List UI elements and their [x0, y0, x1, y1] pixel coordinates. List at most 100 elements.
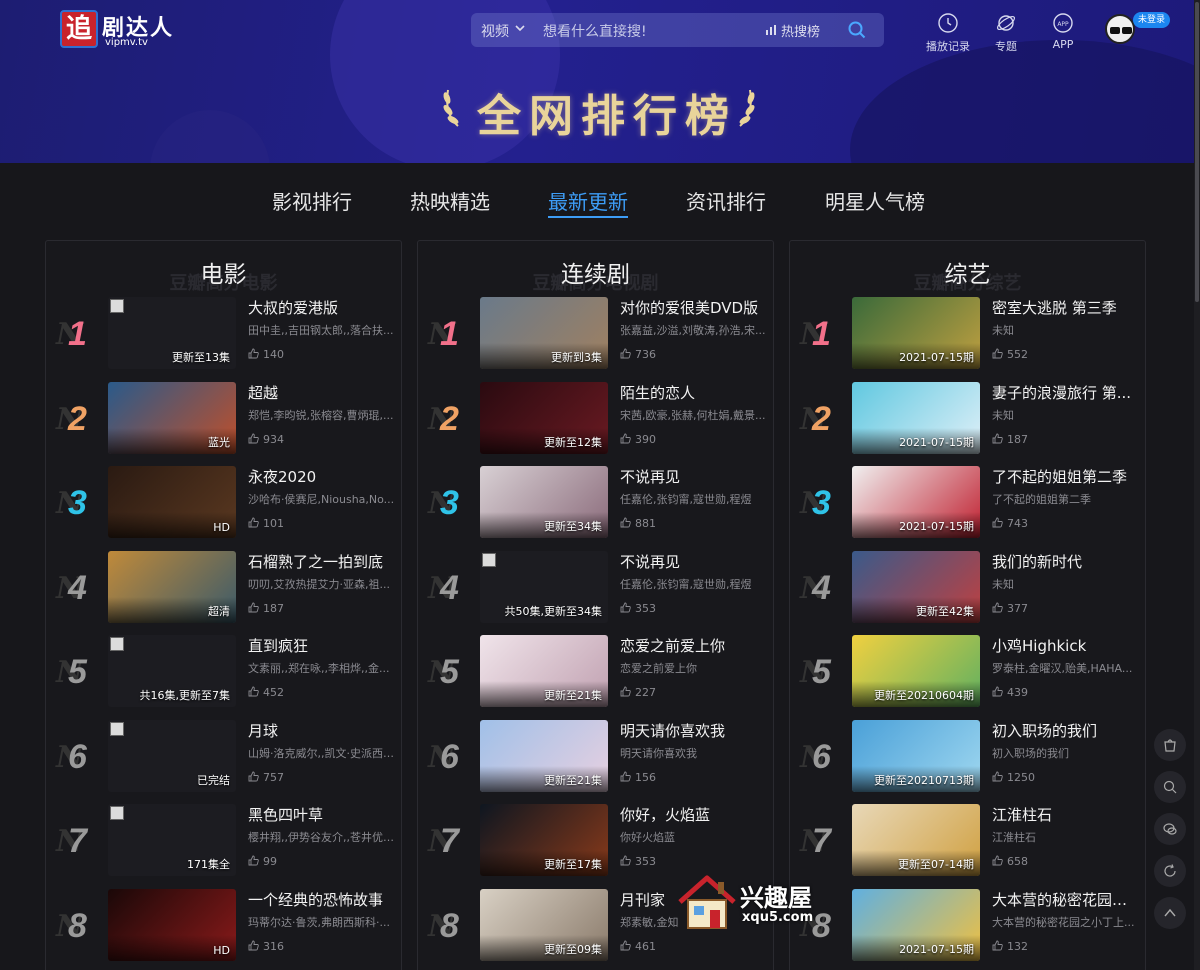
poster-thumbnail[interactable]: 更新至21集	[480, 635, 608, 707]
nav-app-label: APP	[1052, 38, 1074, 51]
ranking-item[interactable]: N 3 HD 永夜2020 沙哈布·侯赛尼,Niousha,No... 101	[56, 466, 396, 540]
ranking-item[interactable]: N 5 更新至20210604期 小鸡Highkick 罗泰柱,金曜汉,贻美,HAHA.…	[800, 635, 1140, 709]
hot-search-link[interactable]: 热搜榜	[781, 21, 820, 40]
ranking-item[interactable]: N 1 更新到3集 对你的爱很美DVD版 张嘉益,沙溢,刘敬涛,孙浩,宋... 736	[428, 297, 768, 371]
tab-hot-picks[interactable]: 热映精选	[410, 186, 490, 215]
search-category-select[interactable]: 视频	[481, 21, 509, 41]
site-logo[interactable]: 追 剧达人 vipmv.tv	[60, 10, 180, 50]
item-title[interactable]: 黑色四叶草	[248, 804, 396, 826]
thumbs-up-icon	[992, 771, 1003, 781]
ranking-item[interactable]: N 3 2021-07-15期 了不起的姐姐第二季 了不起的姐姐第二季 743	[800, 466, 1140, 540]
item-title[interactable]: 我们的新时代	[992, 551, 1140, 573]
poster-thumbnail[interactable]: 超清	[108, 550, 236, 623]
item-title[interactable]: 对你的爱很美DVD版	[620, 297, 768, 319]
side-shop-button[interactable]	[1154, 729, 1186, 761]
avatar[interactable]	[1105, 14, 1135, 44]
poster-thumbnail[interactable]: HD	[108, 888, 236, 961]
side-wechat-button[interactable]	[1154, 813, 1186, 845]
ranking-item[interactable]: N 2 2021-07-15期 妻子的浪漫旅行 第... 未知 187	[800, 381, 1140, 456]
item-title[interactable]: 不说再见	[620, 466, 768, 488]
item-title[interactable]: 大叔的爱港版	[248, 297, 396, 319]
item-cast: 你好火焰蓝	[620, 831, 675, 844]
item-title[interactable]: 初入职场的我们	[992, 720, 1140, 742]
nav-app[interactable]: APP APP	[1033, 12, 1093, 52]
refresh-icon	[1164, 864, 1176, 877]
ranking-item[interactable]: N 7 171集全 黑色四叶草 樱井翔,,伊势谷友介,,苍井优,... 99	[56, 804, 396, 878]
item-title[interactable]: 大本营的秘密花园之...	[992, 889, 1140, 911]
poster-thumbnail[interactable]: HD	[108, 466, 236, 538]
ranking-item[interactable]: N 2 蓝光 超越 郑恺,李昀锐,张榕容,曹炳琨,... 934	[56, 381, 396, 456]
item-title[interactable]: 一个经典的恐怖故事	[248, 889, 396, 911]
item-title[interactable]: 永夜2020	[248, 466, 396, 488]
side-refresh-button[interactable]	[1154, 855, 1186, 887]
ranking-item[interactable]: N 1 更新至13集 大叔的爱港版 田中圭,,吉田钢太郎,,落合扶... 140	[56, 297, 396, 371]
shop-icon	[1164, 739, 1176, 752]
poster-thumbnail[interactable]: 更新至20210604期	[852, 635, 980, 707]
ranking-item[interactable]: N 4 更新至42集 我们的新时代 未知 377	[800, 550, 1140, 625]
poster-thumbnail[interactable]: 更新至34集	[480, 466, 608, 538]
item-title[interactable]: 江淮柱石	[992, 804, 1140, 826]
poster-thumbnail[interactable]: 更新至09集	[480, 888, 608, 961]
ranking-item[interactable]: N 7 更新至17集 你好，火焰蓝 你好火焰蓝 353	[428, 804, 768, 878]
item-title[interactable]: 陌生的恋人	[620, 382, 768, 404]
ranking-item[interactable]: N 3 更新至34集 不说再见 任嘉伦,张钧甯,寇世勋,程煜 881	[428, 466, 768, 540]
ranking-item[interactable]: N 2 更新至12集 陌生的恋人 宋茜,欧豪,张赫,何杜娟,戴景... 390	[428, 381, 768, 456]
poster-thumbnail[interactable]: 2021-07-15期	[852, 381, 980, 454]
ranking-item[interactable]: N 1 2021-07-15期 密室大逃脱 第三季 未知 552	[800, 297, 1140, 371]
search-icon[interactable]	[848, 21, 866, 39]
ranking-item[interactable]: N 4 共50集,更新至34集 不说再见 任嘉伦,张钧甯,寇世勋,程煜 353	[428, 550, 768, 625]
ranking-item[interactable]: N 4 超清 石榴熟了之一拍到底 叨叨,艾孜热提艾力·亚森,祖... 187	[56, 550, 396, 625]
ranking-item[interactable]: N 7 更新至07-14期 江淮柱石 江淮柱石 658	[800, 804, 1140, 878]
ranking-item[interactable]: N 6 已完结 月球 山姆·洛克威尔,,凯文·史派西,... 757	[56, 719, 396, 794]
item-title[interactable]: 超越	[248, 382, 396, 404]
tab-star-popularity[interactable]: 明星人气榜	[825, 186, 925, 215]
item-title[interactable]: 小鸡Highkick	[992, 635, 1140, 657]
item-title[interactable]: 密室大逃脱 第三季	[992, 297, 1140, 319]
tab-latest-updates[interactable]: 最新更新	[548, 186, 628, 215]
ranking-item[interactable]: N 6 更新至20210713期 初入职场的我们 初入职场的我们 1250	[800, 719, 1140, 794]
svg-text:APP: APP	[1057, 21, 1069, 28]
search-input[interactable]: 想看什么直接搜!	[543, 21, 647, 41]
tab-film-ranking[interactable]: 影视排行	[272, 186, 352, 215]
poster-thumbnail[interactable]: 2021-07-15期	[852, 466, 980, 538]
ranking-item[interactable]: N 6 更新至21集 明天请你喜欢我 明天请你喜欢我 156	[428, 719, 768, 794]
tab-news-ranking[interactable]: 资讯排行	[686, 186, 766, 215]
ranking-item[interactable]: N 5 更新至21集 恋爱之前爱上你 恋爱之前爱上你 227	[428, 635, 768, 709]
poster-thumbnail[interactable]: 共50集,更新至34集	[480, 550, 608, 623]
poster-thumbnail[interactable]: 更新至42集	[852, 550, 980, 623]
ranking-item[interactable]: N 5 共16集,更新至7集 直到疯狂 文素丽,,郑在咏,,李相烨,,金... 452	[56, 635, 396, 709]
poster-thumbnail[interactable]: 更新至12集	[480, 381, 608, 454]
topic-planet-icon	[996, 15, 1016, 31]
nav-history[interactable]: 播放记录	[918, 12, 978, 53]
item-title[interactable]: 妻子的浪漫旅行 第...	[992, 382, 1140, 404]
item-title[interactable]: 明天请你喜欢我	[620, 720, 768, 742]
item-title[interactable]: 不说再见	[620, 551, 768, 573]
item-title[interactable]: 你好，火焰蓝	[620, 804, 768, 826]
item-title[interactable]: 月球	[248, 720, 396, 742]
poster-thumbnail[interactable]: 更新至07-14期	[852, 804, 980, 876]
item-title[interactable]: 直到疯狂	[248, 635, 396, 657]
item-title[interactable]: 恋爱之前爱上你	[620, 635, 768, 657]
ranking-item[interactable]: N 8 HD 一个经典的恐怖故事 玛蒂尔达·鲁茨,弗朗西斯科·... 316	[56, 888, 396, 963]
rank-value: 6	[68, 737, 87, 776]
poster-thumbnail[interactable]: 2021-07-15期	[852, 297, 980, 369]
poster-thumbnail[interactable]: 更新到3集	[480, 297, 608, 369]
nav-topics[interactable]: 专题	[976, 12, 1036, 53]
scrollbar-thumb[interactable]	[1195, 2, 1199, 302]
ranking-item[interactable]: N 8 2021-07-15期 大本营的秘密花园之... 大本营的秘密花园之小丁上...…	[800, 888, 1140, 963]
poster-thumbnail[interactable]: 171集全	[108, 804, 236, 876]
poster-thumbnail[interactable]: 更新至20210713期	[852, 719, 980, 792]
login-status-badge[interactable]: 未登录	[1133, 12, 1171, 28]
poster-thumbnail[interactable]: 蓝光	[108, 381, 236, 454]
poster-thumbnail[interactable]: 更新至17集	[480, 804, 608, 876]
chevron-down-icon[interactable]	[515, 23, 525, 33]
poster-thumbnail[interactable]: 更新至13集	[108, 297, 236, 369]
poster-thumbnail[interactable]: 已完结	[108, 719, 236, 792]
back-to-top-button[interactable]	[1154, 897, 1186, 929]
poster-thumbnail[interactable]: 共16集,更新至7集	[108, 635, 236, 707]
item-title[interactable]: 了不起的姐姐第二季	[992, 466, 1140, 488]
poster-thumbnail[interactable]: 更新至21集	[480, 719, 608, 792]
item-title[interactable]: 石榴熟了之一拍到底	[248, 551, 396, 573]
poster-thumbnail[interactable]: 2021-07-15期	[852, 888, 980, 961]
side-search-button[interactable]	[1154, 771, 1186, 803]
